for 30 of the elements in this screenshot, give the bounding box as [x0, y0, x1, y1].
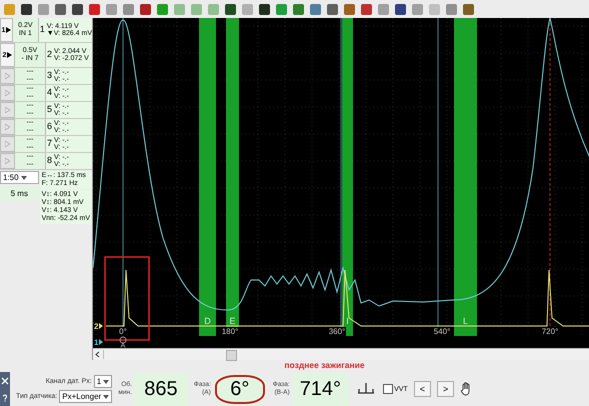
- arrow-icon: [5, 73, 10, 79]
- band-label: I: [346, 316, 349, 326]
- nav-button[interactable]: >: [436, 381, 454, 397]
- nav-button[interactable]: <: [414, 381, 431, 397]
- warning-text: позднее зажигание: [284, 360, 365, 372]
- band-label: L: [463, 316, 468, 326]
- sensor-type-select[interactable]: Px+Longer: [59, 390, 112, 403]
- channel-select[interactable]: 1: [94, 375, 112, 388]
- arrow-icon: [5, 107, 10, 113]
- scrollbar-thumb[interactable]: [226, 350, 237, 361]
- angle-label: 360°: [328, 327, 346, 336]
- band-label: D: [204, 316, 211, 326]
- arrow-icon: [5, 90, 10, 96]
- band-label: E: [230, 316, 236, 326]
- arrow-icon: [5, 124, 10, 130]
- phase-value: 714°: [292, 372, 350, 406]
- angle-label: 720°: [542, 327, 558, 336]
- arrow-icon: [7, 52, 12, 58]
- angle-label: 180°: [222, 327, 238, 336]
- angle-label: 0°: [119, 327, 127, 336]
- arrow-icon: [5, 141, 10, 147]
- arrow-icon: [6, 27, 12, 33]
- arrow-icon: [5, 158, 10, 164]
- timebase-field[interactable]: 5 ms: [0, 186, 39, 201]
- angle-label: 540°: [434, 327, 450, 336]
- horizontal-scrollbar[interactable]: [93, 348, 589, 360]
- rpm-value: 865: [134, 372, 188, 406]
- phase-value: 6°: [212, 372, 267, 406]
- zoom-select[interactable]: 1:50: [0, 171, 39, 184]
- scroll-left-icon[interactable]: [93, 350, 104, 359]
